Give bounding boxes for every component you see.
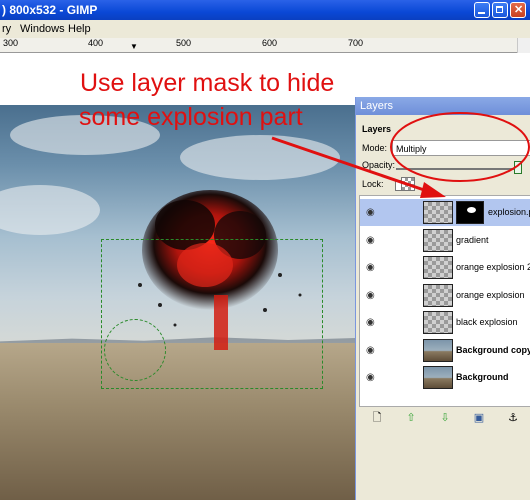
menu-item-windows[interactable]: Windows [20,23,65,35]
lock-alpha-icon[interactable] [401,177,415,191]
layer-row[interactable]: ◉ Background [360,364,530,391]
layer-name[interactable]: orange explosion [456,290,525,300]
anchor-layer-icon[interactable]: ⚓ [507,412,519,424]
duplicate-layer-icon[interactable]: ▣ [473,412,485,424]
annotation-line-2: some explosion part [79,103,303,131]
minimize-button[interactable] [474,2,490,18]
eye-icon[interactable]: ◉ [366,318,380,328]
mask-shape [467,207,476,213]
layer-thumbnail[interactable] [423,366,453,389]
opacity-label: Opacity: [362,160,396,170]
layer-name[interactable]: Background copy [456,345,530,355]
layer-name[interactable]: black explosion [456,317,518,327]
lower-layer-icon[interactable]: ⇩ [439,412,451,424]
layers-dialog-title: Layers [356,97,530,115]
mode-label: Mode: [362,143,388,153]
ruler-tick-label: 300 [3,38,19,48]
window-title: ) 800x532 - GIMP [2,3,98,17]
maximize-icon [496,6,503,13]
close-button[interactable]: ✕ [510,2,526,18]
ruler-tick-label: 500 [176,38,192,48]
annotation-line-1: Use layer mask to hide [80,69,335,97]
close-icon: ✕ [514,4,524,16]
layer-thumbnail[interactable] [423,228,453,252]
layer-row[interactable]: ◉ orange explosion 2 [360,254,530,281]
layer-thumbnail[interactable] [423,256,453,279]
mode-select[interactable]: Multiply [392,140,530,156]
opacity-slider-handle[interactable] [514,161,522,174]
layer-row[interactable]: ◉ black explosion [360,309,530,336]
layers-list: ◉ explosion.png ◉ gradient ◉ orange explosion… [359,195,530,407]
layer-row[interactable]: ◉ gradient [360,227,530,254]
raise-layer-icon[interactable]: ⇧ [405,412,417,424]
layer-row[interactable]: ◉ explosion.png [360,199,530,226]
ruler-pointer-icon: ▼ [130,42,138,51]
maximize-button[interactable] [492,2,508,18]
ellipse-selection[interactable] [104,319,166,381]
layer-row[interactable]: ◉ Background copy [360,337,530,364]
layer-thumbnail[interactable] [423,338,453,362]
layer-name[interactable]: explosion.png [488,207,530,217]
eye-icon[interactable]: ◉ [366,373,380,383]
layer-name[interactable]: Background [456,372,509,382]
window-titlebar: ) 800x532 - GIMP ✕ [0,0,530,20]
layer-thumbnail[interactable] [423,311,453,334]
layers-dialog: Layers Layers Mode: Multiply Opacity: Lo… [355,97,530,500]
minimize-icon [478,12,485,14]
menu-bar: ry Windows Help [0,20,530,38]
ruler-tick-label: 700 [348,38,364,48]
eye-icon[interactable]: ◉ [366,263,380,273]
menu-item-help[interactable]: Help [68,23,91,35]
lock-label: Lock: [362,179,384,189]
layers-toolbar: 🗋 ⇧ ⇩ ▣ ⚓ [359,408,530,430]
horizontal-ruler: 300 400 500 600 700 ▼ [0,38,530,53]
eye-icon[interactable]: ◉ [366,290,380,300]
image-canvas[interactable] [0,105,360,500]
layer-name[interactable]: orange explosion 2 [456,262,530,272]
layer-name[interactable]: gradient [456,235,489,245]
layers-section-label: Layers [362,124,392,134]
opacity-slider-track[interactable] [396,168,514,170]
eye-icon[interactable]: ◉ [366,208,380,218]
menu-item-ry[interactable]: ry [2,23,11,35]
ruler-tick-label: 400 [88,38,104,48]
ruler-tick-label: 600 [262,38,278,48]
new-layer-icon[interactable]: 🗋 [371,412,383,424]
layer-thumbnail[interactable] [423,201,453,224]
eye-icon[interactable]: ◉ [366,235,380,245]
layer-mask-thumbnail[interactable] [456,201,484,224]
layer-row[interactable]: ◉ orange explosion [360,282,530,309]
layer-thumbnail[interactable] [423,283,453,307]
eye-icon[interactable]: ◉ [366,345,380,355]
